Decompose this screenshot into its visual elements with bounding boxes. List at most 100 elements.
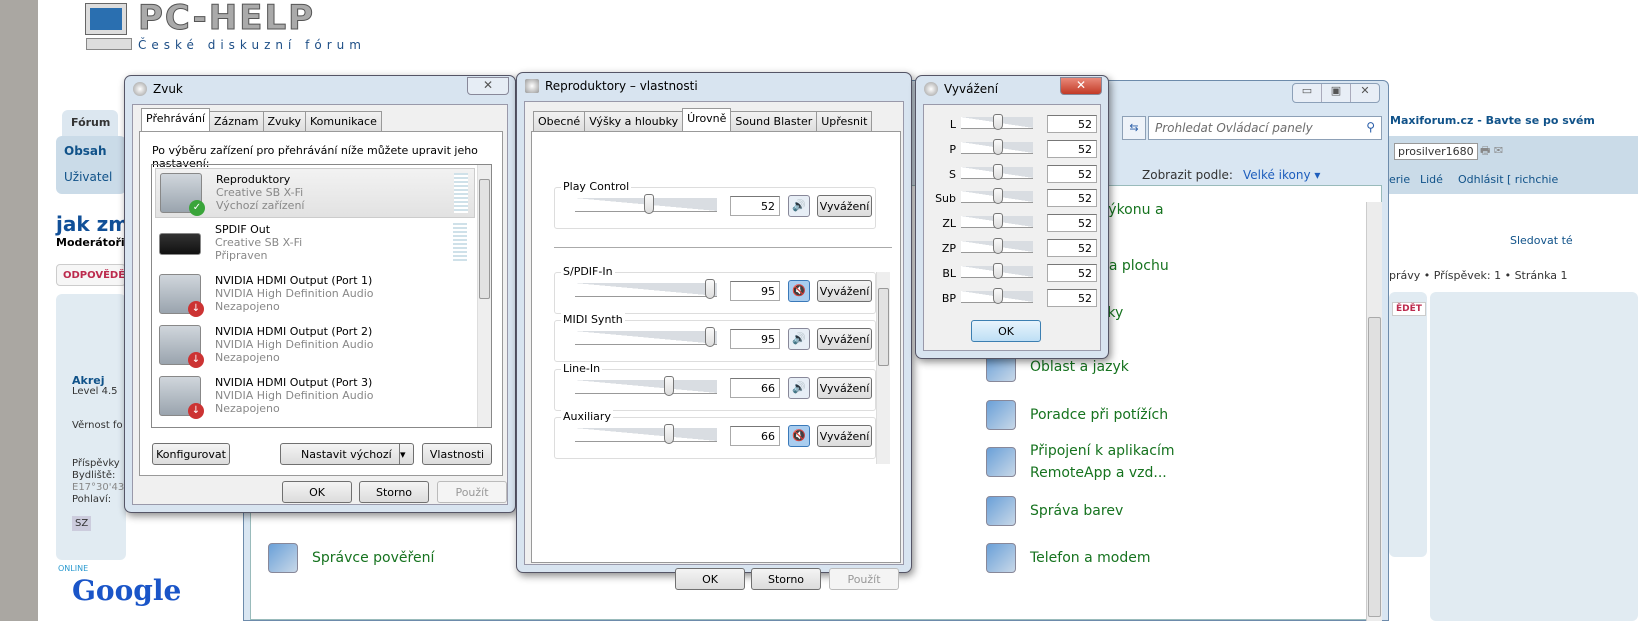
tab-p-ehr-v-n-[interactable]: Přehrávání	[141, 108, 211, 131]
device-list[interactable]: ✓ Reproduktory Creative SB X-Fi Výchozí zař…	[151, 164, 492, 428]
slider-thumb[interactable]	[663, 424, 674, 444]
channel-slider[interactable]	[961, 114, 1033, 130]
scroll-thumb[interactable]	[1368, 317, 1381, 617]
speaker-icon[interactable]: 🔊	[788, 195, 810, 217]
level-value[interactable]: 95	[730, 281, 780, 301]
properties-button[interactable]: Vlastnosti	[422, 443, 492, 465]
slider-thumb[interactable]	[993, 287, 1004, 304]
tab-up-esnit[interactable]: Upřesnit	[816, 111, 873, 131]
slider-thumb[interactable]	[993, 213, 1004, 230]
level-value[interactable]: 95	[730, 329, 780, 349]
channel-slider[interactable]	[961, 213, 1033, 230]
close-button[interactable]: ✕	[1060, 77, 1102, 95]
channel-slider[interactable]	[961, 238, 1033, 254]
level-value[interactable]: 66	[730, 378, 780, 398]
scroll-thumb[interactable]	[479, 179, 490, 299]
speaker-muted-icon[interactable]: 🔇	[788, 425, 810, 447]
balance-button[interactable]: Vyvážení	[817, 195, 872, 217]
channel-slider[interactable]	[961, 163, 1033, 180]
cancel-button[interactable]: Storno	[359, 481, 429, 503]
link-logout[interactable]: Odhlásit [ richchie	[1458, 173, 1558, 186]
link-lide[interactable]: Lidé	[1420, 173, 1443, 186]
control-panel-item[interactable]: Správa barev	[986, 496, 1123, 526]
slider-thumb[interactable]	[993, 163, 1004, 180]
channel-value[interactable]: 52	[1047, 214, 1097, 233]
volume-slider[interactable]	[575, 424, 717, 444]
channel-value[interactable]: 52	[1047, 288, 1097, 307]
tab-sound-blaster[interactable]: Sound Blaster	[730, 111, 818, 131]
nav-obsah[interactable]: Obsah	[64, 144, 107, 158]
scroll-thumb[interactable]	[878, 288, 889, 366]
control-panel-item[interactable]: Správce pověření	[268, 543, 434, 573]
set-default-button[interactable]: Nastavit výchozí ▾	[280, 443, 414, 465]
slider-thumb[interactable]	[704, 279, 715, 299]
slider-thumb[interactable]	[993, 138, 1004, 155]
volume-slider[interactable]	[575, 327, 717, 347]
control-panel-item[interactable]: výkonu a	[1100, 202, 1164, 218]
reply-button-right[interactable]: ĚDĚT	[1392, 302, 1426, 316]
tab-komunikace[interactable]: Komunikace	[305, 111, 382, 131]
tab-z-znam[interactable]: Záznam	[209, 111, 264, 131]
view-by-dropdown[interactable]: Velké ikony ▾	[1243, 168, 1320, 182]
watch-topic-link[interactable]: Sledovat té	[1510, 234, 1573, 247]
balance-button[interactable]: Vyvážení	[817, 280, 872, 302]
pm-button[interactable]: SZ	[72, 516, 92, 531]
cancel-button[interactable]: Storno	[751, 568, 821, 590]
link-galerie[interactable]: erie	[1389, 173, 1410, 186]
style-select[interactable]: prosilver1680	[1394, 143, 1478, 160]
ok-button[interactable]: OK	[282, 481, 352, 503]
device-item[interactable]: SPDIF Out Creative SB X-Fi Připraven	[155, 219, 475, 269]
configure-button[interactable]: Konfigurovat	[152, 443, 230, 465]
slider-thumb[interactable]	[663, 376, 674, 396]
site-link[interactable]: Maxiforum.cz - Bavte se po svém	[1390, 114, 1595, 127]
slider-thumb[interactable]	[993, 238, 1004, 254]
level-value[interactable]: 52	[730, 196, 780, 216]
tab-obecn-[interactable]: Obecné	[533, 111, 586, 131]
tab--rovn-[interactable]: Úrovně	[682, 108, 732, 131]
balance-button[interactable]: Vyvážení	[817, 328, 872, 350]
levels-scrollbar[interactable]	[876, 272, 890, 464]
reply-button[interactable]: ODPOVĚDĚT	[56, 264, 132, 286]
balance-button[interactable]: Vyvážení	[817, 377, 872, 399]
channel-value[interactable]: 52	[1047, 164, 1097, 183]
channel-value[interactable]: 52	[1047, 263, 1097, 282]
ok-button[interactable]: OK	[971, 320, 1041, 342]
channel-value[interactable]: 52	[1047, 189, 1097, 208]
control-panel-item[interactable]: Telefon a modem	[986, 543, 1150, 573]
search-input[interactable]: Prohledat Ovládací panely ⚲	[1148, 116, 1382, 140]
channel-value[interactable]: 52	[1047, 239, 1097, 257]
channel-slider[interactable]	[961, 262, 1033, 279]
minimize-icon[interactable]: ▭	[1293, 84, 1322, 102]
volume-slider[interactable]	[575, 376, 717, 396]
chevron-down-icon[interactable]: ▾	[399, 444, 413, 464]
slider-thumb[interactable]	[993, 114, 1004, 130]
device-list-scrollbar[interactable]	[477, 165, 491, 427]
balance-button[interactable]: Vyvážení	[817, 425, 872, 447]
search-icon[interactable]: ⚲	[1366, 120, 1375, 134]
refresh-icon[interactable]: ⇆	[1122, 116, 1146, 140]
volume-slider[interactable]	[575, 194, 717, 214]
close-button[interactable]: ✕	[467, 77, 509, 95]
channel-value[interactable]: 52	[1047, 139, 1097, 158]
close-icon[interactable]: ✕	[1351, 84, 1379, 102]
maximize-icon[interactable]: ▣	[1322, 84, 1351, 102]
cp-scrollbar[interactable]	[1366, 202, 1382, 621]
level-value[interactable]: 66	[730, 426, 780, 446]
forum-tab[interactable]: Fórum	[62, 110, 118, 136]
tab-v-ky-a-hloubky[interactable]: Výšky a hloubky	[584, 111, 684, 131]
control-panel-item[interactable]: Poradce při potížích	[986, 400, 1168, 430]
device-item[interactable]: ✓ Reproduktory Creative SB X-Fi Výchozí zař…	[155, 168, 475, 218]
nav-uzivatel[interactable]: Uživatel	[64, 170, 112, 184]
channel-value[interactable]: 52	[1047, 115, 1097, 133]
site-logo[interactable]: PC-HELP České diskuzní fórum	[85, 0, 366, 54]
speaker-icon[interactable]: 🔊	[788, 328, 810, 350]
slider-thumb[interactable]	[993, 262, 1004, 279]
print-icon[interactable]: 🖶 ✉	[1480, 142, 1503, 161]
channel-slider[interactable]	[961, 188, 1033, 205]
channel-slider[interactable]	[961, 287, 1033, 304]
apply-button[interactable]: Použít	[829, 568, 899, 590]
control-panel-item[interactable]: Připojení k aplikacím RemoteApp a vzd...	[986, 440, 1190, 484]
slider-thumb[interactable]	[704, 327, 715, 347]
control-panel-item[interactable]: na plochu	[1100, 258, 1169, 274]
device-item[interactable]: ↓ NVIDIA HDMI Output (Port 3) NVIDIA High …	[155, 372, 475, 422]
